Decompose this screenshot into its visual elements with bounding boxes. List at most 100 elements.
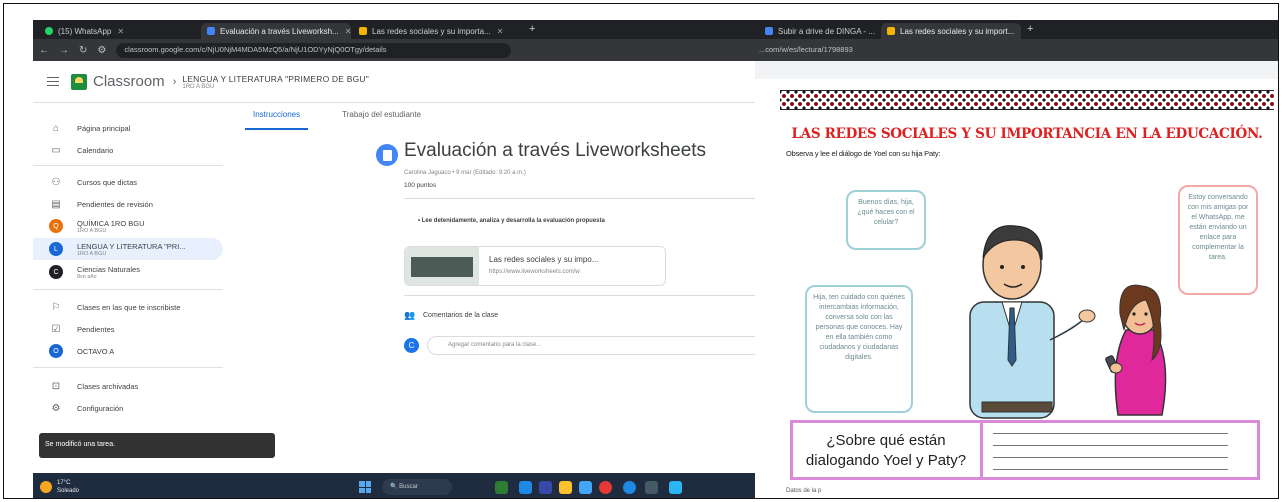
- question-text: ¿Sobre qué están dialogando Yoel y Paty?: [805, 432, 967, 469]
- assignment-instruction: • Lee detenidamente, analiza y desarroll…: [418, 218, 605, 224]
- menu-icon[interactable]: [47, 74, 59, 89]
- windows-start-icon[interactable]: [359, 481, 371, 493]
- whatsapp-icon: [45, 27, 53, 35]
- liveworksheets-icon: [359, 27, 367, 35]
- classroom-tab-icon: [207, 27, 215, 35]
- tab-instructions[interactable]: Instrucciones: [245, 110, 309, 130]
- address-bar: ← → ↻ ⚙ classroom.google.com/c/NjU0NjM4M…: [33, 39, 766, 61]
- speech-bubble-paty: Estoy conversando con mis amigas por el …: [1178, 185, 1258, 295]
- tab-whatsapp[interactable]: (15) WhatsApp ✕: [39, 23, 199, 39]
- site-info-icon[interactable]: ⚙: [97, 45, 106, 56]
- course-avatar: Q: [49, 219, 63, 233]
- sidebar-item-enrolled[interactable]: ⚐ Clases en las que te inscribiste: [33, 296, 223, 318]
- url-field[interactable]: classroom.google.com/c/NjU0NjM4MDA5MzQ5/…: [116, 42, 512, 58]
- folder-icon[interactable]: [559, 481, 572, 494]
- sidebar-item-settings[interactable]: ⚙ Configuración: [33, 397, 223, 419]
- back-icon[interactable]: ←: [39, 45, 49, 56]
- daughter-figure: [1105, 284, 1167, 416]
- sidebar-item-home[interactable]: ⌂ Página principal: [33, 117, 223, 139]
- archive-icon: ⊡: [51, 380, 61, 392]
- sidebar-item-calendar[interactable]: ▭ Calendario: [33, 139, 223, 161]
- sidebar-item-quimica[interactable]: Q QUÍMICA 1RO BGU 1RO A BGU: [33, 215, 223, 237]
- answer-line[interactable]: [993, 457, 1228, 458]
- taskbar-app-icon[interactable]: [495, 481, 508, 494]
- weather-icon[interactable]: [40, 481, 52, 493]
- school-icon: ⚐: [51, 301, 61, 313]
- sidebar-item-archived[interactable]: ⊡ Clases archivadas: [33, 375, 223, 397]
- forward-icon[interactable]: →: [59, 45, 69, 56]
- course-title: LENGUA Y LITERATURA "PRIMERO DE BGU": [182, 73, 369, 84]
- assignment-tabs: Instrucciones Trabajo del estudiante: [245, 110, 766, 130]
- checklist-icon: ☑: [51, 323, 61, 335]
- snackbar: Se modificó una tarea.: [39, 433, 275, 458]
- divider: [404, 198, 766, 199]
- new-tab-button[interactable]: +: [529, 23, 535, 35]
- sidebar-item-ciencias[interactable]: C Ciencias Naturales 8vo año: [33, 261, 223, 283]
- calendar-icon: ▭: [51, 144, 61, 156]
- sidebar-item-todo[interactable]: ☑ Pendientes: [33, 318, 223, 340]
- avatar: C: [404, 338, 419, 353]
- edge-icon[interactable]: [623, 481, 636, 494]
- worksheet-title: LAS REDES SOCIALES Y SU IMPORTANCIA EN L…: [791, 126, 1263, 142]
- home-icon: ⌂: [52, 122, 60, 134]
- liveworksheets-icon: [887, 27, 895, 35]
- reload-icon[interactable]: ↻: [79, 45, 87, 56]
- sidebar-item-octavo[interactable]: O OCTAVO A: [33, 340, 223, 362]
- screenshot-frame: (15) WhatsApp ✕ Evaluación a través Live…: [3, 3, 1279, 499]
- new-tab-button[interactable]: +: [1027, 23, 1033, 35]
- class-comments-title: Comentarios de la clase: [423, 312, 499, 319]
- course-breadcrumb[interactable]: LENGUA Y LITERATURA "PRIMERO DE BGU" 1RO…: [182, 74, 369, 90]
- worksheet-instruction: Observa y lee el diálogo de Yoel con su …: [786, 149, 941, 158]
- attachment-card[interactable]: Las redes sociales y su impo... https://…: [404, 246, 666, 286]
- page-toolbar: [755, 61, 1278, 79]
- assignment-meta: Carolina Jaguaco • 9 mar (Editado: 9:20 …: [404, 170, 526, 176]
- sidebar-item-lengua[interactable]: L LENGUA Y LITERATURA "PRI... 1RO A BGU: [33, 238, 223, 260]
- tab-evaluacion[interactable]: Evaluación a través Liveworksh... ✕: [201, 23, 351, 39]
- close-icon[interactable]: ✕: [1020, 27, 1021, 36]
- sidebar-item-to-review[interactable]: ▤ Pendientes de revisión: [33, 193, 223, 215]
- tab-student-work[interactable]: Trabajo del estudiante: [342, 110, 421, 130]
- decorative-border: [780, 90, 1274, 110]
- taskbar-app-icon[interactable]: [645, 481, 658, 494]
- taskbar-app-icon[interactable]: [519, 481, 532, 494]
- worksheet: LAS REDES SOCIALES Y SU IMPORTANCIA EN L…: [780, 90, 1274, 498]
- question-box: ¿Sobre qué están dialogando Yoel y Paty?: [790, 420, 1260, 480]
- close-icon[interactable]: ✕: [497, 27, 504, 36]
- drive-icon: [765, 27, 773, 35]
- tab-redes-sociales[interactable]: Las redes sociales y su import... ✕: [881, 23, 1021, 39]
- browser-tab-bar: (15) WhatsApp ✕ Evaluación a través Live…: [33, 20, 766, 39]
- course-avatar: L: [49, 242, 63, 256]
- class-comments-icon: 👥: [404, 310, 416, 320]
- sidebar-item-teaching[interactable]: ⚇ Cursos que dictas: [33, 171, 223, 193]
- app-name[interactable]: Classroom: [93, 73, 165, 90]
- close-icon[interactable]: ✕: [117, 27, 124, 36]
- windows-taskbar: 17°C Soleado 🔍 Buscar: [33, 473, 766, 498]
- answer-line[interactable]: [993, 469, 1228, 470]
- classroom-header: Classroom › LENGUA Y LITERATURA "PRIMERO…: [33, 61, 766, 103]
- sidebar: ⌂ Página principal ▭ Calendario ⚇ Cursos…: [33, 103, 223, 433]
- father-figure: [969, 225, 1096, 419]
- browser-tab-bar: Subir a drive de DINGA - ... ✕ Las redes…: [755, 20, 1278, 39]
- gear-icon: ⚙: [51, 402, 61, 414]
- taskbar-app-icon[interactable]: [669, 481, 682, 494]
- close-icon[interactable]: ✕: [345, 27, 351, 36]
- course-subtitle: 1RO A BGU: [182, 83, 215, 90]
- url-field[interactable]: ...com/w/es/lectura/1798893: [755, 39, 1278, 61]
- tab-redes-sociales[interactable]: Las redes sociales y su importa... ✕: [353, 23, 523, 39]
- taskbar-app-icon[interactable]: [579, 481, 592, 494]
- answer-line[interactable]: [993, 445, 1228, 446]
- taskbar-app-icon[interactable]: [599, 481, 612, 494]
- attachment-title: Las redes sociales y su impo...: [489, 255, 599, 264]
- course-avatar: O: [49, 344, 63, 358]
- tab-drive[interactable]: Subir a drive de DINGA - ... ✕: [759, 23, 879, 39]
- taskbar-app-icon[interactable]: [539, 481, 552, 494]
- divider: [33, 165, 223, 166]
- comment-input[interactable]: Agregar comentario para la clase...: [427, 336, 766, 355]
- speech-bubble-yoel-1: Buenos días, hija, ¿qué haces con el cel…: [846, 190, 926, 250]
- chevron-right-icon: ›: [172, 75, 177, 88]
- taskbar-search[interactable]: 🔍 Buscar: [382, 479, 452, 495]
- folder-icon: ▤: [51, 198, 61, 210]
- answer-line[interactable]: [993, 433, 1228, 434]
- weather-widget[interactable]: 17°C Soleado: [57, 479, 79, 495]
- attachment-url: https://www.liveworksheets.com/w: [489, 269, 580, 275]
